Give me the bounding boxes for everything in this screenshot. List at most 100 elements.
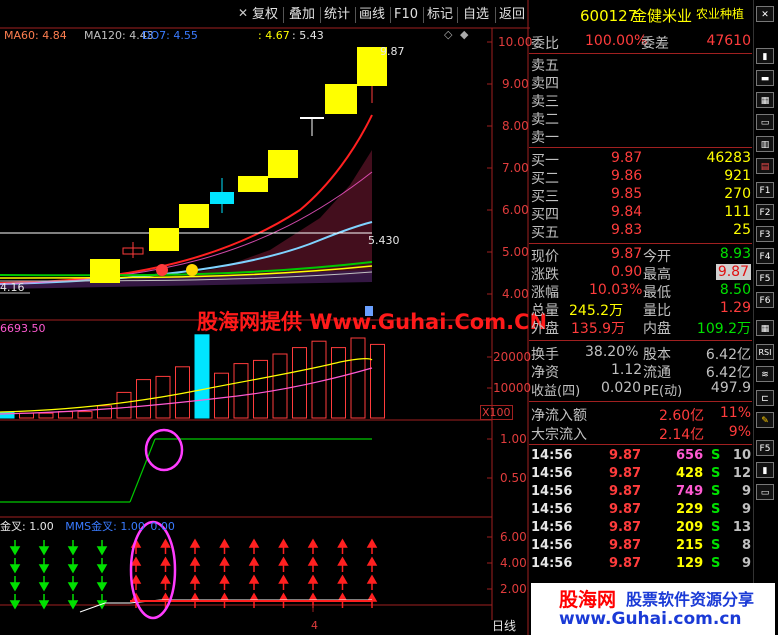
weibi-row: 委比 100.00% 委差 47610 <box>531 33 751 52</box>
grid-icon[interactable]: ▦ <box>756 92 774 108</box>
f2-icon[interactable]: F2 <box>756 204 774 220</box>
stats-row: 总量 245.2万 量比 1.29 <box>531 300 751 319</box>
up-arrow <box>248 538 260 554</box>
close-icon[interactable]: ✕ <box>756 6 774 22</box>
down-arrow <box>9 540 21 556</box>
readout-2: : 5.43 <box>292 29 324 42</box>
volume-legend: 6693.50 <box>0 322 46 335</box>
candle-icon[interactable]: ▥ <box>756 136 774 152</box>
window-icon[interactable]: ▭ <box>756 114 774 130</box>
f3-icon[interactable]: F3 <box>756 226 774 242</box>
tick-cell: S <box>711 502 721 517</box>
down-arrow <box>38 576 50 592</box>
y-tick: 9.00 <box>502 77 529 91</box>
volume-bar <box>194 334 210 419</box>
up-arrow <box>219 556 230 572</box>
tick-cell: 14:56 <box>531 448 573 463</box>
up-arrow <box>366 574 378 590</box>
f5-icon[interactable]: F5 <box>756 270 774 286</box>
f4-icon[interactable]: F4 <box>756 248 774 264</box>
tick-cell: 14:56 <box>531 484 573 499</box>
tick-cell: 9 <box>741 556 751 571</box>
buy-row: 买四 9.84 111 <box>531 204 751 223</box>
tick-row: 14:56 9.87 209 S 13 <box>531 520 753 538</box>
tick-cell: 12 <box>732 466 751 481</box>
tick-cell: S <box>711 466 721 481</box>
candle <box>90 259 120 283</box>
high-price-label: 9.87 <box>380 45 405 58</box>
up-arrow <box>248 574 260 590</box>
stock-header: 600127 金健米业 农业种植 <box>532 0 752 28</box>
volume-bar <box>350 337 366 419</box>
kline-icon[interactable]: ▤ <box>756 158 774 174</box>
low-price-label: 4.16 <box>0 281 25 294</box>
down-arrow <box>38 540 50 556</box>
volume-bar <box>77 411 93 419</box>
f6-icon[interactable]: F6 <box>756 292 774 308</box>
down-arrow <box>67 576 79 592</box>
chart-type-icon[interactable]: ▮ <box>756 48 774 64</box>
tick-cell: S <box>711 520 721 535</box>
volume-bar <box>116 391 132 419</box>
lines-icon[interactable]: ≋ <box>756 366 774 382</box>
flow-row: 净流入额 2.60亿 11% <box>531 405 751 424</box>
pencil-icon[interactable]: ✎ <box>756 412 774 428</box>
tick-cell: 9.87 <box>609 448 642 463</box>
down-arrow <box>9 558 21 574</box>
tick-cell: S <box>711 484 721 499</box>
candle <box>268 150 298 178</box>
sig-tick: 4.00 <box>500 556 527 570</box>
vol-tick: 20000 <box>493 350 532 364</box>
up-arrow <box>189 556 201 572</box>
sell-row: 卖五 <box>531 58 559 74</box>
box-icon[interactable]: ▭ <box>756 484 774 500</box>
f5-bottom-icon[interactable]: F5 <box>756 440 774 456</box>
diamond-icon[interactable]: ◇ <box>444 28 452 41</box>
down-arrow <box>9 594 21 610</box>
volume-bar <box>214 372 229 419</box>
stock-code: 600127 <box>580 7 638 25</box>
settings-icon[interactable]: ◆ <box>460 28 468 41</box>
volume-bar <box>233 363 249 419</box>
volume-bar <box>97 405 112 419</box>
buy-row: 买三 9.85 270 <box>531 186 751 205</box>
down-arrow <box>96 594 108 610</box>
tick-row: 14:56 9.87 656 S 10 <box>531 448 753 466</box>
fin-row: 净资 1.12 流通 6.42亿 <box>531 362 751 381</box>
tick-cell: 13 <box>732 520 751 535</box>
sig-tick: 6.00 <box>500 530 527 544</box>
sell-row: 卖一 <box>531 130 559 146</box>
buy-row: 买二 9.86 921 <box>531 168 751 187</box>
f1-icon[interactable]: F1 <box>756 182 774 198</box>
down-arrow <box>96 540 108 556</box>
bar-icon[interactable]: ▬ <box>756 70 774 86</box>
chart-line-icon[interactable]: ▮ <box>756 462 774 478</box>
tick-cell: S <box>711 556 721 571</box>
tick-cell: 656 <box>676 448 704 463</box>
vol-tick: 10000 <box>493 381 532 395</box>
red-arrow-signals <box>130 538 378 608</box>
grid2-icon[interactable]: ▦ <box>756 320 774 336</box>
rsi-icon[interactable]: RSI <box>756 344 774 360</box>
tick-cell: 9.87 <box>609 466 642 481</box>
stairs-icon[interactable]: ⊏ <box>756 390 774 406</box>
y-tick: 10.00 <box>498 35 533 49</box>
up-arrow <box>307 574 319 590</box>
flow-row: 大宗流入 2.14亿 9% <box>531 424 751 443</box>
up-arrow <box>278 538 289 554</box>
up-arrow <box>366 538 378 554</box>
period-selector[interactable]: 日线 <box>492 617 516 634</box>
up-arrow <box>219 538 230 554</box>
stats-row: 涨幅 10.03% 最低 8.50 <box>531 282 751 301</box>
up-arrow <box>189 538 201 554</box>
volume-bar <box>370 343 385 419</box>
volume-bar <box>272 353 288 419</box>
volume-bar <box>292 347 307 419</box>
up-arrow <box>189 574 201 590</box>
highlight-ellipse <box>129 520 177 620</box>
ind-tick: 0.50 <box>500 471 527 485</box>
tick-cell: 8 <box>741 538 751 553</box>
tick-cell: 9 <box>741 502 751 517</box>
down-arrow <box>67 558 79 574</box>
candle <box>149 228 179 251</box>
